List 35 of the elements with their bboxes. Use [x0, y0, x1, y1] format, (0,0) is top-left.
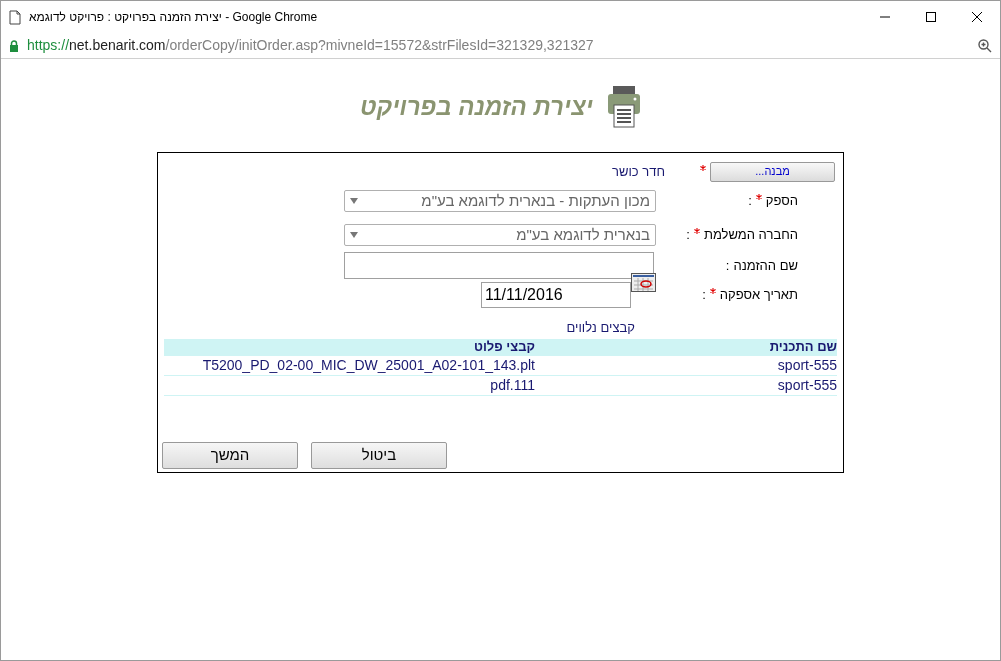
- order-name-input[interactable]: [344, 252, 654, 279]
- calendar-icon[interactable]: [631, 272, 656, 292]
- structure-picker-button[interactable]: מבנה...: [710, 161, 835, 182]
- table-cell-text: sport-555: [776, 375, 837, 395]
- field-label: :: [748, 192, 752, 211]
- dropdown-arrow-icon: [350, 232, 358, 238]
- maximize-icon[interactable]: [926, 12, 936, 22]
- field-label: :: [686, 226, 690, 245]
- zoom-icon[interactable]: [978, 38, 992, 53]
- structure-value: חדר כושר: [612, 162, 665, 181]
- dropdown-arrow-icon: [350, 198, 358, 204]
- lock-icon: [9, 39, 19, 52]
- field-label: :: [725, 256, 730, 275]
- url-text[interactable]: https://net.benarit.com/orderCopy/initOrder.asp?mivneId=15572&strFilesId=321329,321327: [27, 35, 594, 56]
- field-label: הספק: [765, 192, 798, 211]
- table-cell-text: pdf.111: [489, 375, 535, 395]
- delivery-date-input[interactable]: 11/11/2016: [481, 281, 631, 308]
- table-cell-text: sport-555: [776, 355, 837, 375]
- window-title: יצירת הזמנה בפרויקט : פרויקט לדוגמא - Google Chrome: [29, 9, 318, 26]
- table-cell-text: T5200_PD_02-00_MIC_DW_25001_A02-101_143.plt: [201, 355, 535, 375]
- document-icon: [9, 9, 21, 25]
- dropdown-field[interactable]: בנארית לדוגמא בע"מ: [344, 224, 656, 246]
- attachments-caption: קבצים נלווים: [565, 319, 635, 337]
- printer-icon: [606, 85, 641, 129]
- action-button[interactable]: המשך: [162, 442, 298, 469]
- field-label: תאריך אספקה: [719, 285, 798, 304]
- close-icon[interactable]: [972, 12, 982, 22]
- field-label: שם ההזמנה: [733, 256, 798, 275]
- column-header: שם התכנית: [768, 338, 837, 357]
- dropdown-field[interactable]: מכון העתקות - בנארית לדוגמא בע"מ: [344, 190, 656, 212]
- column-header: קבצי פלוט: [472, 338, 535, 357]
- page-heading: יצירת הזמנה בפרויקט: [360, 92, 593, 122]
- field-label: החברה המשלמת: [703, 226, 798, 245]
- field-label: :: [702, 285, 706, 304]
- action-button[interactable]: ביטול: [311, 442, 447, 469]
